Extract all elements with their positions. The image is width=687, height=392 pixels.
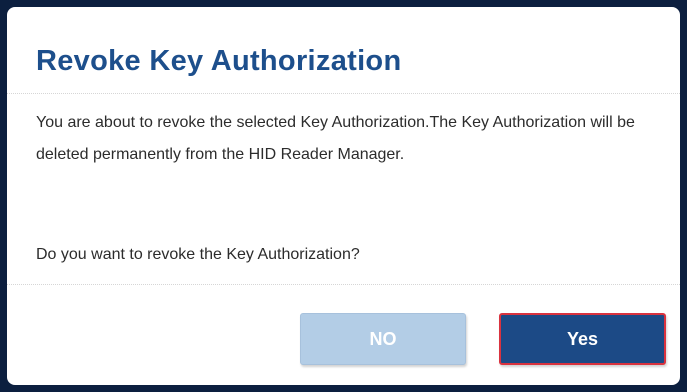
dialog-message: You are about to revoke the selected Key… bbox=[36, 114, 635, 163]
title-divider bbox=[7, 93, 680, 94]
dialog-question: Do you want to revoke the Key Authorizat… bbox=[36, 246, 360, 263]
footer-divider bbox=[7, 284, 680, 285]
no-button[interactable]: NO bbox=[300, 313, 466, 365]
dialog-title: Revoke Key Authorization bbox=[36, 45, 402, 77]
yes-button[interactable]: Yes bbox=[499, 313, 666, 365]
revoke-key-authorization-dialog: Revoke Key Authorization You are about t… bbox=[7, 7, 680, 385]
